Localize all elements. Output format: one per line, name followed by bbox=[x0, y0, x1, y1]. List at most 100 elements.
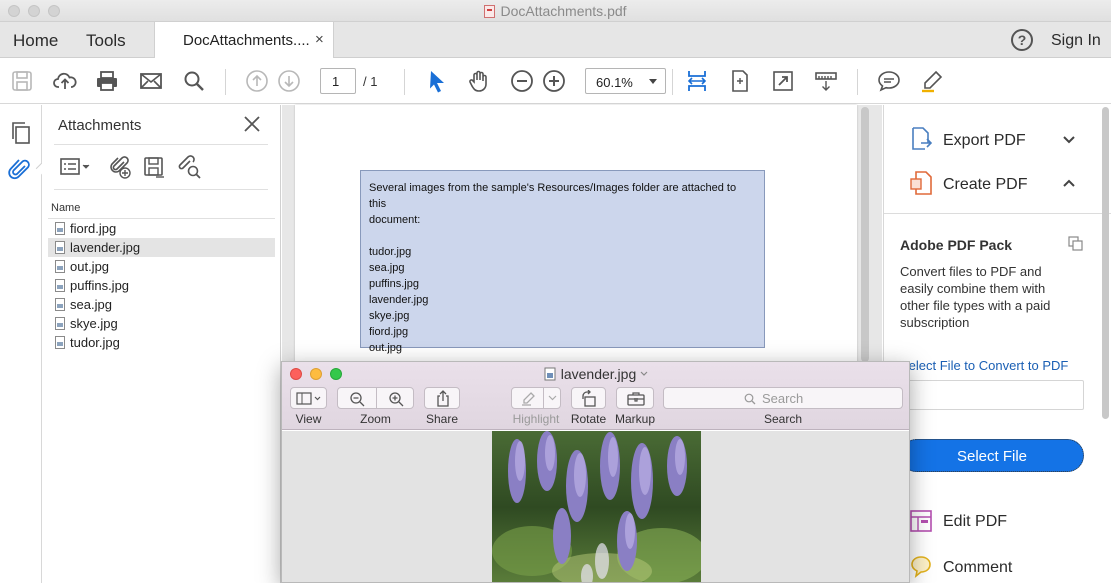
list-item[interactable]: out.jpg bbox=[48, 257, 275, 276]
list-item[interactable]: puffins.jpg bbox=[48, 276, 275, 295]
edit-pdf-icon bbox=[910, 510, 932, 532]
fit-width-icon[interactable] bbox=[685, 69, 709, 93]
list-item[interactable]: sea.jpg bbox=[48, 295, 275, 314]
email-icon[interactable] bbox=[139, 69, 163, 93]
sign-in-link[interactable]: Sign In bbox=[1051, 32, 1101, 50]
zoom-label: Zoom bbox=[360, 412, 391, 426]
image-file-icon bbox=[55, 298, 65, 311]
save-icon[interactable] bbox=[10, 69, 34, 93]
list-item[interactable]: tudor.jpg bbox=[48, 333, 275, 352]
edit-pdf-item[interactable]: Edit PDF bbox=[943, 513, 1007, 531]
page-total: / 1 bbox=[363, 74, 378, 89]
attachments-title: Attachments bbox=[58, 117, 142, 134]
list-item[interactable]: skye.jpg bbox=[48, 314, 275, 333]
window-title: DocAttachments.pdf bbox=[0, 3, 1111, 19]
file-name: sea.jpg bbox=[70, 297, 112, 312]
help-icon[interactable]: ? bbox=[1011, 29, 1033, 51]
view-button[interactable] bbox=[290, 387, 327, 409]
select-file-button[interactable]: Select File bbox=[900, 439, 1084, 472]
tools-pane-scrollbar[interactable] bbox=[1102, 107, 1109, 419]
zoom-out-icon[interactable] bbox=[510, 69, 534, 93]
tab-close-icon[interactable]: × bbox=[315, 31, 324, 48]
save-attachment-icon[interactable] bbox=[142, 155, 166, 179]
rotate-page-icon[interactable] bbox=[728, 69, 752, 93]
options-menu-icon[interactable] bbox=[60, 157, 92, 177]
note-line: sea.jpg bbox=[369, 262, 405, 274]
export-pdf-item[interactable]: Export PDF bbox=[943, 132, 1026, 150]
note-line: puffins.jpg bbox=[369, 278, 419, 290]
file-path-input[interactable] bbox=[900, 380, 1084, 410]
copy-icon[interactable] bbox=[1068, 236, 1084, 252]
chevron-up-icon[interactable] bbox=[1062, 176, 1076, 190]
preview-window: lavender.jpg Search View Zoom Share High… bbox=[281, 361, 910, 583]
select-tool-icon[interactable] bbox=[425, 69, 449, 93]
search-attachment-icon[interactable] bbox=[176, 155, 202, 179]
next-page-icon[interactable] bbox=[277, 69, 301, 93]
zoom-level-select[interactable]: 60.1% bbox=[585, 68, 666, 94]
list-item[interactable]: lavender.jpg bbox=[48, 238, 275, 257]
list-item[interactable]: fiord.jpg bbox=[48, 219, 275, 238]
attachments-panel: Attachments Name fiord.jpg lavender.jpg ou… bbox=[42, 105, 281, 583]
search-icon[interactable] bbox=[182, 69, 206, 93]
highlighter-icon bbox=[522, 392, 535, 406]
rotate-label: Rotate bbox=[570, 412, 607, 426]
tab-tools[interactable]: Tools bbox=[86, 31, 126, 51]
hand-tool-icon[interactable] bbox=[467, 69, 491, 93]
share-button[interactable] bbox=[424, 387, 460, 409]
note-line: fiord.jpg bbox=[369, 326, 409, 338]
note-line: lavender.jpg bbox=[369, 294, 429, 306]
main-toolbar: 1 / 1 60.1% bbox=[0, 59, 1111, 104]
divider bbox=[54, 144, 268, 145]
fullscreen-icon[interactable] bbox=[771, 69, 795, 93]
file-name: puffins.jpg bbox=[70, 278, 130, 293]
upload-icon[interactable] bbox=[53, 69, 77, 93]
chevron-down-icon[interactable] bbox=[548, 395, 557, 402]
attachments-note-annotation[interactable]: Several images from the sample's Resourc… bbox=[360, 170, 765, 354]
markup-button[interactable] bbox=[616, 387, 654, 409]
prev-page-icon[interactable] bbox=[245, 69, 269, 93]
paperclip-icon[interactable] bbox=[8, 157, 32, 183]
image-file-icon bbox=[55, 241, 65, 254]
pdf-pack-description: Convert files to PDF and easily combine … bbox=[900, 264, 1051, 330]
preview-toolbar: lavender.jpg Search View Zoom Share High… bbox=[282, 362, 909, 430]
zoom-buttons bbox=[337, 387, 414, 409]
note-line: document: bbox=[369, 214, 421, 226]
print-icon[interactable] bbox=[95, 69, 119, 93]
read-mode-icon[interactable] bbox=[814, 69, 838, 93]
create-pdf-item[interactable]: Create PDF bbox=[943, 176, 1027, 194]
document-scrollbar[interactable] bbox=[861, 107, 869, 362]
page-number-input[interactable]: 1 bbox=[320, 68, 356, 94]
add-attachment-icon[interactable] bbox=[108, 155, 132, 179]
chevron-down-icon[interactable] bbox=[639, 370, 649, 378]
file-name: skye.jpg bbox=[70, 316, 118, 331]
column-header-name[interactable]: Name bbox=[51, 202, 80, 214]
chevron-down-icon[interactable] bbox=[1062, 133, 1076, 147]
divider bbox=[543, 388, 544, 408]
note-line: Several images from the sample's Resourc… bbox=[369, 182, 737, 210]
close-icon[interactable] bbox=[242, 114, 262, 134]
zoom-in-icon[interactable] bbox=[542, 69, 566, 93]
tab-document[interactable]: DocAttachments.... × bbox=[154, 22, 334, 58]
file-name: out.jpg bbox=[70, 259, 110, 274]
zoom-in-icon[interactable] bbox=[388, 391, 404, 407]
search-icon bbox=[744, 393, 756, 405]
comment-item[interactable]: Comment bbox=[943, 559, 1012, 577]
share-label: Share bbox=[425, 412, 459, 426]
tab-home[interactable]: Home bbox=[13, 31, 58, 51]
tools-pane: Export PDF Create PDF Adobe PDF Pack Con… bbox=[883, 105, 1111, 583]
rotate-button[interactable] bbox=[571, 387, 606, 409]
select-file-link[interactable]: Select File to Convert to PDF bbox=[900, 358, 1068, 373]
note-line bbox=[369, 228, 756, 244]
divider bbox=[884, 213, 1111, 214]
highlight-pen-icon[interactable] bbox=[920, 69, 944, 93]
image-file-icon bbox=[55, 222, 65, 235]
note-line: skye.jpg bbox=[369, 310, 410, 322]
view-label: View bbox=[295, 412, 322, 426]
comment-icon[interactable] bbox=[877, 69, 901, 93]
preview-title[interactable]: lavender.jpg bbox=[282, 366, 909, 382]
zoom-out-icon[interactable] bbox=[349, 391, 365, 407]
preview-search-input[interactable]: Search bbox=[663, 387, 903, 409]
highlight-button[interactable] bbox=[511, 387, 561, 409]
pages-thumbnail-icon[interactable] bbox=[9, 121, 33, 145]
window-titlebar: DocAttachments.pdf bbox=[0, 0, 1111, 22]
